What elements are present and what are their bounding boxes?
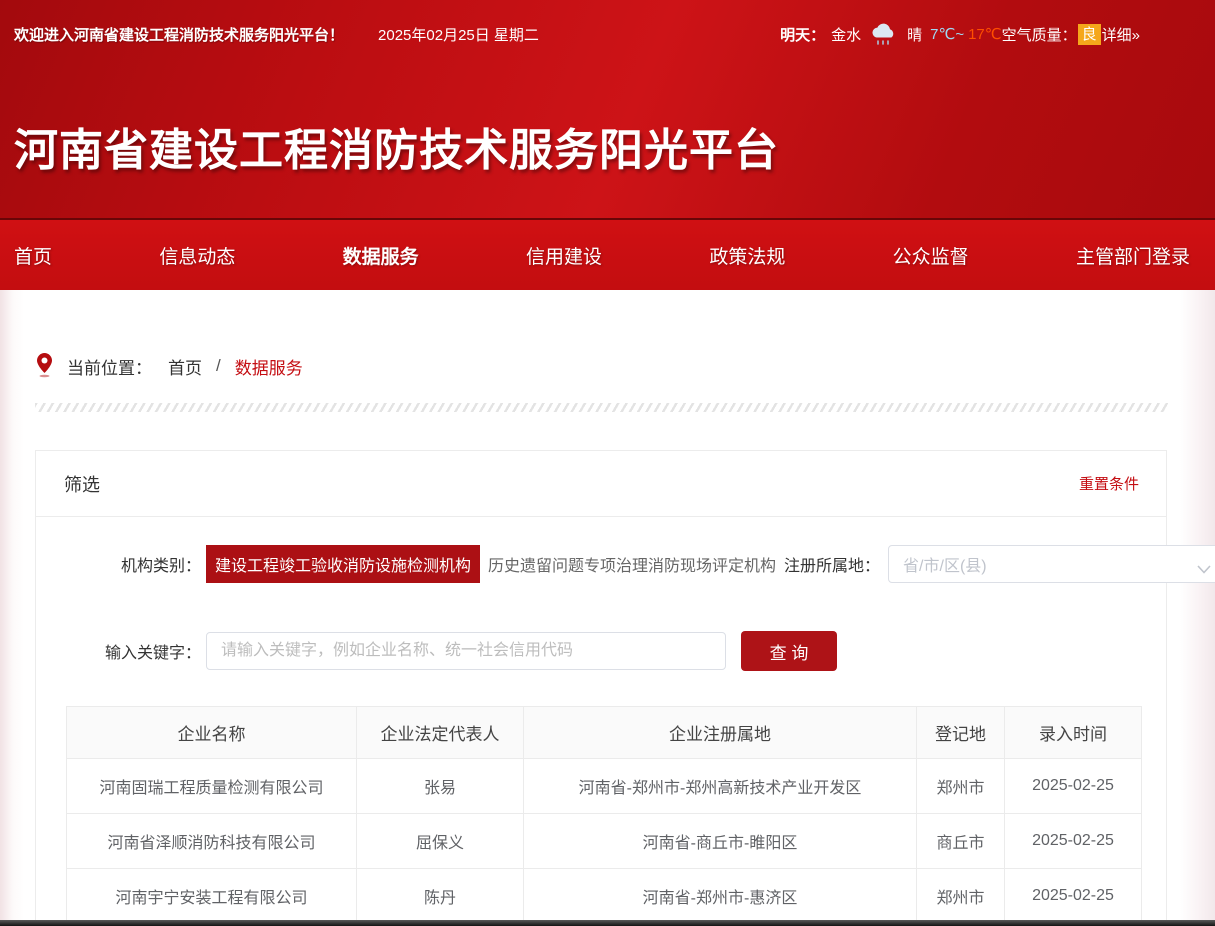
date-text: 2025年02月25日 星期二 [378, 24, 539, 45]
table-header-cell: 登记地 [917, 707, 1005, 759]
keyword-input[interactable] [206, 632, 726, 670]
table-cell: 2025-02-25 [1005, 814, 1142, 869]
category-filter-row: 机构类别： 建设工程竣工验收消防设施检测机构历史遗留问题专项治理消防现场评定机构… [94, 545, 1139, 583]
table-cell: 河南宇宁安装工程有限公司 [67, 869, 357, 924]
reset-filters-link[interactable]: 重置条件 [1079, 473, 1139, 494]
nav-item[interactable]: 信息动态 [159, 242, 235, 269]
breadcrumb: 当前位置： 首页 / 数据服务 [36, 352, 303, 380]
region-label: 注册所属地： [784, 552, 880, 576]
nav-item[interactable]: 公众监督 [893, 242, 969, 269]
nav-item[interactable]: 政策法规 [709, 242, 785, 269]
region-select[interactable]: 省/市/区(县) [888, 545, 1215, 583]
table-header-row: 企业名称企业法定代表人企业注册属地登记地录入时间 [67, 707, 1142, 759]
category-option[interactable]: 建设工程竣工验收消防设施检测机构 [206, 545, 480, 583]
site-header: 欢迎进入河南省建设工程消防技术服务阳光平台！ 2025年02月25日 星期二 明… [0, 0, 1215, 218]
air-quality-label: 空气质量： [1002, 24, 1077, 45]
weather-tomorrow-label: 明天： [780, 24, 825, 45]
table-cell: 张易 [357, 759, 524, 814]
table-header-cell: 企业法定代表人 [357, 707, 524, 759]
air-quality-badge: 良 [1078, 24, 1101, 45]
table-cell: 2025-02-25 [1005, 869, 1142, 924]
nav-item[interactable]: 数据服务 [343, 242, 419, 269]
table-cell: 河南省-商丘市-睢阳区 [524, 814, 917, 869]
filter-panel: 筛选 重置条件 机构类别： 建设工程竣工验收消防设施检测机构历史遗留问题专项治理… [35, 450, 1167, 926]
table-cell: 屈保义 [357, 814, 524, 869]
region-select-placeholder: 省/市/区(县) [903, 552, 987, 576]
weather-temp-low: 7℃~ [930, 25, 964, 43]
breadcrumb-current: 数据服务 [235, 354, 303, 379]
content-area: 当前位置： 首页 / 数据服务 筛选 重置条件 机构类别： 建设工程竣工验收消防… [0, 290, 1215, 926]
table-header-cell: 企业注册属地 [524, 707, 917, 759]
nav-item[interactable]: 首页 [14, 242, 52, 269]
page-title: 河南省建设工程消防技术服务阳光平台 [14, 114, 779, 178]
category-option[interactable]: 历史遗留问题专项治理消防现场评定机构 [480, 545, 784, 583]
table-row[interactable]: 河南固瑞工程质量检测有限公司张易河南省-郑州市-郑州高新技术产业开发区郑州市20… [67, 759, 1142, 814]
weather-widget: 明天： 金水 晴 7℃~ 17℃ 空气质量： 良 详细» [780, 22, 1140, 46]
breadcrumb-home-link[interactable]: 首页 [168, 354, 202, 379]
search-button[interactable]: 查 询 [741, 631, 837, 671]
table-row[interactable]: 河南省泽顺消防科技有限公司屈保义河南省-商丘市-睢阳区商丘市2025-02-25 [67, 814, 1142, 869]
cloud-drizzle-icon [869, 22, 899, 46]
breadcrumb-label: 当前位置： [67, 354, 152, 379]
table-cell: 河南省泽顺消防科技有限公司 [67, 814, 357, 869]
chevron-down-icon [1197, 561, 1211, 579]
top-bar: 欢迎进入河南省建设工程消防技术服务阳光平台！ 2025年02月25日 星期二 明… [0, 0, 1215, 46]
slash-pattern-divider [35, 403, 1168, 412]
keyword-filter-row: 输入关键字： 查 询 [94, 631, 1139, 671]
location-pin-icon [36, 352, 53, 380]
weather-detail-link[interactable]: 详细» [1102, 24, 1140, 45]
nav-item[interactable]: 信用建设 [526, 242, 602, 269]
keyword-label: 输入关键字： [94, 639, 201, 663]
weather-temp-high: 17℃ [968, 25, 1002, 43]
table-cell: 河南省-郑州市-郑州高新技术产业开发区 [524, 759, 917, 814]
main-nav: 首页 信息动态 数据服务 信用建设 政策法规 公众监督 主管部门登录 [0, 218, 1215, 290]
table-row[interactable]: 河南宇宁安装工程有限公司陈丹河南省-郑州市-惠济区郑州市2025-02-25 [67, 869, 1142, 924]
table-cell: 郑州市 [917, 869, 1005, 924]
filter-panel-title: 筛选 [64, 471, 100, 497]
table-cell: 河南省-郑州市-惠济区 [524, 869, 917, 924]
breadcrumb-separator: / [216, 356, 221, 376]
weather-condition: 晴 [907, 24, 922, 45]
table-cell: 陈丹 [357, 869, 524, 924]
nav-item[interactable]: 主管部门登录 [1076, 242, 1190, 269]
table-cell: 商丘市 [917, 814, 1005, 869]
table-header-cell: 录入时间 [1005, 707, 1142, 759]
filter-panel-body: 机构类别： 建设工程竣工验收消防设施检测机构历史遗留问题专项治理消防现场评定机构… [36, 517, 1166, 924]
category-options: 建设工程竣工验收消防设施检测机构历史遗留问题专项治理消防现场评定机构 [206, 545, 784, 583]
welcome-text: 欢迎进入河南省建设工程消防技术服务阳光平台！ [14, 24, 344, 45]
table-cell: 河南固瑞工程质量检测有限公司 [67, 759, 357, 814]
filter-panel-header: 筛选 重置条件 [36, 451, 1166, 517]
table-cell: 郑州市 [917, 759, 1005, 814]
bottom-edge-strip [0, 920, 1215, 926]
table-cell: 2025-02-25 [1005, 759, 1142, 814]
weather-district: 金水 [831, 24, 861, 45]
category-label: 机构类别： [94, 552, 201, 576]
results-table: 企业名称企业法定代表人企业注册属地登记地录入时间 河南固瑞工程质量检测有限公司张… [66, 706, 1142, 924]
page: 欢迎进入河南省建设工程消防技术服务阳光平台！ 2025年02月25日 星期二 明… [0, 0, 1215, 926]
table-header-cell: 企业名称 [67, 707, 357, 759]
